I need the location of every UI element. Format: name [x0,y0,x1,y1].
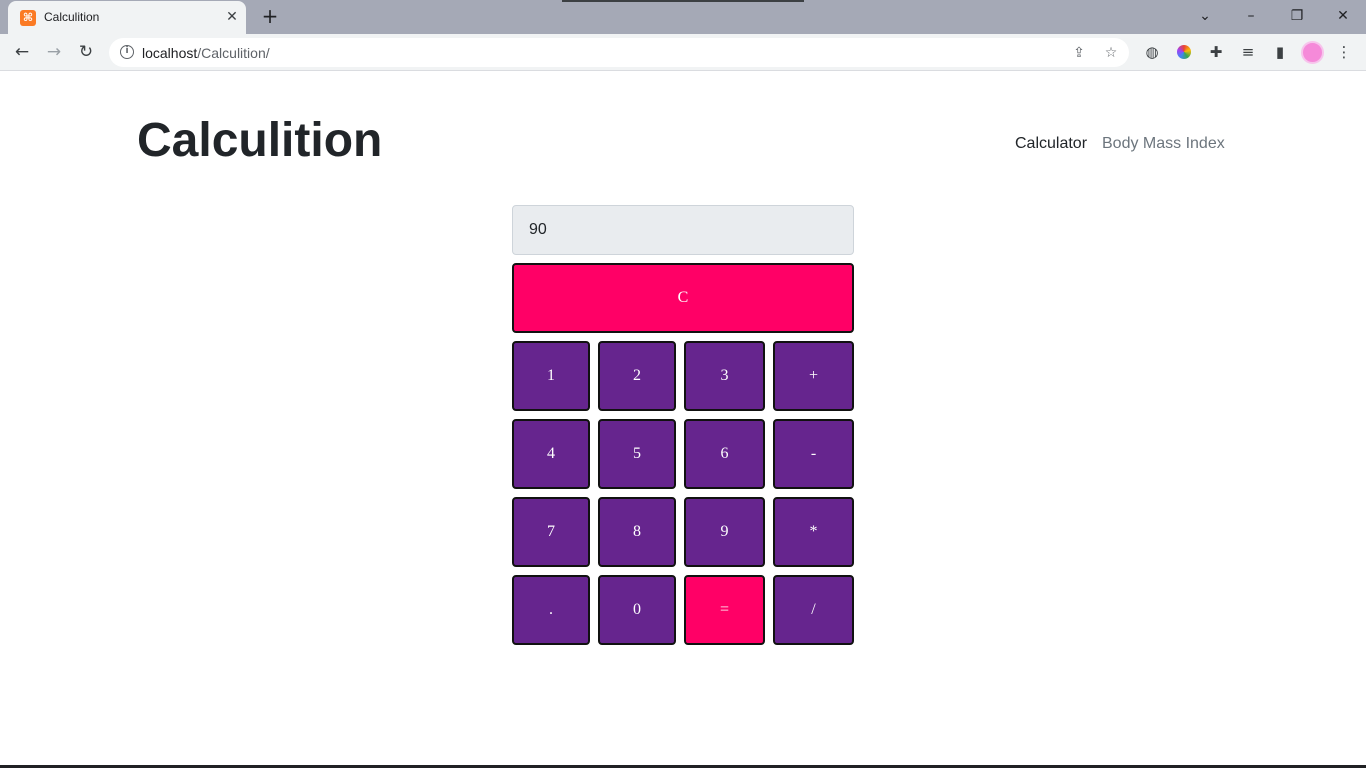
reload-icon[interactable]: ↻ [72,39,100,65]
page-content: Calculition Calculator Body Mass Index 9… [0,71,1366,768]
nav-link-calculator[interactable]: Calculator [1015,135,1087,153]
nav-link-bmi[interactable]: Body Mass Index [1102,135,1225,153]
key-multiply-button[interactable]: * [773,497,854,567]
url-text[interactable]: localhost/Calculition/ [142,45,270,61]
page-title: Calculition [137,114,383,167]
clear-button[interactable]: C [512,263,854,333]
key-6-button[interactable]: 6 [684,419,765,489]
key-divide-button[interactable]: / [773,575,854,645]
profile-avatar[interactable] [1301,41,1324,64]
key-7-button[interactable]: 7 [512,497,590,567]
close-tab-icon[interactable]: ✕ [222,7,242,27]
media-queue-icon[interactable]: ≡ [1237,41,1259,63]
tab-title: Calculition [44,10,100,24]
new-tab-icon[interactable]: + [258,5,282,29]
minimize-icon[interactable]: – [1236,4,1266,28]
key-5-button[interactable]: 5 [598,419,676,489]
key-2-button[interactable]: 2 [598,341,676,411]
info-icon[interactable]: i [120,45,134,59]
key-decimal-button[interactable]: . [512,575,590,645]
url-host: localhost [142,45,198,61]
address-bar[interactable]: i localhost/Calculition/ ⇪ ☆ [109,38,1129,67]
key-4-button[interactable]: 4 [512,419,590,489]
color-picker-icon[interactable] [1173,41,1195,63]
restore-icon[interactable]: ❐ [1282,4,1312,28]
puzzle-icon[interactable]: ✚ [1205,41,1227,63]
kebab-menu-icon[interactable]: ⋮ [1333,41,1355,63]
extension-tomato-icon[interactable]: ◍ [1141,41,1163,63]
back-arrow-icon[interactable]: ← [8,39,36,65]
forward-arrow-icon[interactable]: → [40,39,68,65]
url-path: /Calculition/ [197,45,270,61]
key-minus-button[interactable]: - [773,419,854,489]
key-plus-button[interactable]: + [773,341,854,411]
key-8-button[interactable]: 8 [598,497,676,567]
key-1-button[interactable]: 1 [512,341,590,411]
browser-toolbar: ← → ↻ i localhost/Calculition/ ⇪ ☆ ◍ ✚ ≡… [0,34,1366,71]
star-icon[interactable]: ☆ [1100,42,1122,64]
tab-search-chevron-icon[interactable]: ⌄ [1190,4,1220,28]
side-panel-icon[interactable]: ▮ [1269,41,1291,63]
key-3-button[interactable]: 3 [684,341,765,411]
browser-tab[interactable]: ⌘ Calculition ✕ [8,1,246,34]
key-0-button[interactable]: 0 [598,575,676,645]
share-icon[interactable]: ⇪ [1068,42,1090,64]
browser-tab-bar: ⌘ Calculition ✕ + ⌄ – ❐ ✕ [0,0,1366,34]
tab-strip-indicator [562,0,804,2]
window-close-icon[interactable]: ✕ [1328,4,1358,28]
key-equals-button[interactable]: = [684,575,765,645]
favicon-icon: ⌘ [20,10,36,26]
key-9-button[interactable]: 9 [684,497,765,567]
calculator-display[interactable]: 90 [512,205,854,255]
